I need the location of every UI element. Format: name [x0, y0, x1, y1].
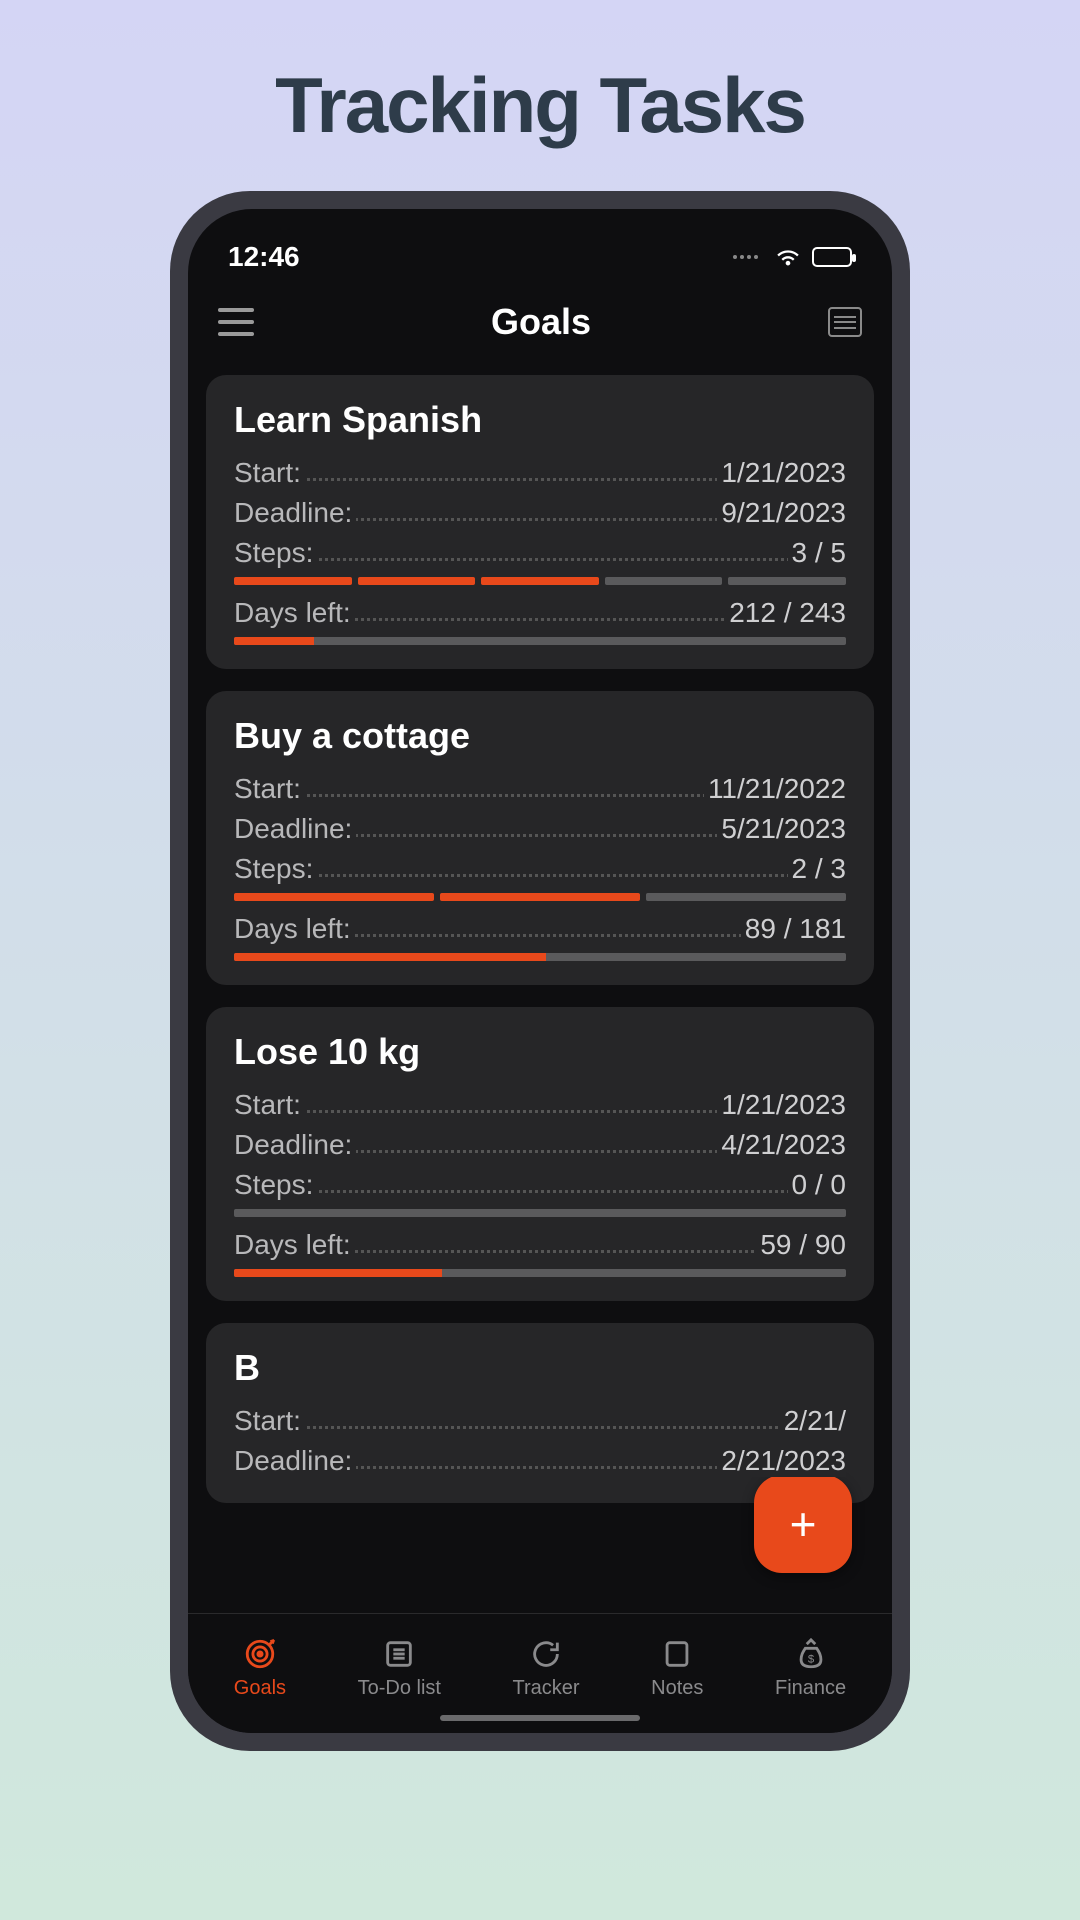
page-title: Goals: [491, 301, 591, 343]
value-deadline: 5/21/2023: [717, 813, 846, 845]
days-progress: [234, 1269, 846, 1277]
nav-label: Finance: [775, 1677, 846, 1700]
nav-tracker[interactable]: Tracker: [513, 1637, 580, 1700]
home-indicator: [440, 1715, 640, 1721]
value-deadline: 9/21/2023: [717, 497, 846, 529]
steps-progress: [234, 1209, 846, 1217]
battery-icon: [812, 247, 852, 267]
days-progress-fill: [234, 953, 546, 961]
label-steps: Steps:: [234, 853, 317, 885]
value-start: 11/21/2022: [704, 773, 846, 805]
list-icon: [382, 1637, 416, 1671]
goal-card[interactable]: B Start: 2/21/ Deadline: 2/21/2023: [206, 1323, 874, 1503]
value-daysleft: 89 / 181: [741, 913, 846, 945]
label-start: Start:: [234, 1405, 305, 1437]
nav-finance[interactable]: $ Finance: [775, 1637, 846, 1700]
svg-text:$: $: [807, 1654, 814, 1666]
value-steps: 3 / 5: [788, 537, 846, 569]
nav-notes[interactable]: Notes: [651, 1637, 703, 1700]
label-start: Start:: [234, 773, 305, 805]
list-view-icon[interactable]: [828, 307, 862, 337]
dotted-divider: [234, 1190, 846, 1193]
note-icon: [660, 1637, 694, 1671]
value-deadline: 4/21/2023: [717, 1129, 846, 1161]
phone-frame: 12:46 Goals: [170, 191, 910, 1751]
promo-title: Tracking Tasks: [275, 60, 805, 151]
label-steps: Steps:: [234, 537, 317, 569]
value-start: 2/21/: [780, 1405, 846, 1437]
goal-card[interactable]: Buy a cottage Start: 11/21/2022 Deadline…: [206, 691, 874, 985]
value-daysleft: 59 / 90: [756, 1229, 846, 1261]
days-progress: [234, 953, 846, 961]
nav-todo[interactable]: To-Do list: [358, 1637, 441, 1700]
goals-list: Learn Spanish Start: 1/21/2023 Deadline:…: [188, 357, 892, 1613]
goal-title: Lose 10 kg: [234, 1031, 846, 1073]
add-button[interactable]: +: [754, 1475, 852, 1573]
status-time: 12:46: [228, 241, 300, 273]
dotted-divider: [234, 874, 846, 877]
goal-title: B: [234, 1347, 846, 1389]
target-icon: [243, 1637, 277, 1671]
dotted-divider: [234, 558, 846, 561]
goal-title: Learn Spanish: [234, 399, 846, 441]
nav-label: Notes: [651, 1677, 703, 1700]
label-deadline: Deadline:: [234, 1129, 356, 1161]
label-daysleft: Days left:: [234, 913, 355, 945]
value-steps: 0 / 0: [788, 1169, 846, 1201]
steps-progress: [234, 577, 846, 585]
wifi-icon: [774, 244, 802, 271]
label-daysleft: Days left:: [234, 1229, 355, 1261]
days-progress-fill: [234, 1269, 442, 1277]
value-start: 1/21/2023: [717, 1089, 846, 1121]
label-deadline: Deadline:: [234, 813, 356, 845]
label-deadline: Deadline:: [234, 497, 356, 529]
menu-icon[interactable]: [218, 308, 254, 336]
value-steps: 2 / 3: [788, 853, 846, 885]
value-daysleft: 212 / 243: [725, 597, 846, 629]
money-bag-icon: $: [794, 1637, 828, 1671]
days-progress: [234, 637, 846, 645]
goal-card[interactable]: Learn Spanish Start: 1/21/2023 Deadline:…: [206, 375, 874, 669]
label-start: Start:: [234, 457, 305, 489]
steps-progress: [234, 893, 846, 901]
label-steps: Steps:: [234, 1169, 317, 1201]
cellular-dots-icon: [733, 255, 758, 259]
goal-title: Buy a cottage: [234, 715, 846, 757]
dotted-divider: [234, 1426, 846, 1429]
nav-label: To-Do list: [358, 1677, 441, 1700]
days-progress-fill: [234, 637, 314, 645]
value-deadline: 2/21/2023: [717, 1445, 846, 1477]
label-deadline: Deadline:: [234, 1445, 356, 1477]
value-start: 1/21/2023: [717, 457, 846, 489]
app-header: Goals: [188, 287, 892, 357]
nav-label: Tracker: [513, 1677, 580, 1700]
nav-goals[interactable]: Goals: [234, 1637, 286, 1700]
phone-screen: 12:46 Goals: [188, 209, 892, 1733]
nav-label: Goals: [234, 1677, 286, 1700]
status-bar: 12:46: [188, 227, 892, 287]
label-daysleft: Days left:: [234, 597, 355, 629]
plus-icon: +: [790, 1497, 817, 1551]
status-right: [733, 244, 852, 271]
refresh-icon: [529, 1637, 563, 1671]
goal-card[interactable]: Lose 10 kg Start: 1/21/2023 Deadline: 4/…: [206, 1007, 874, 1301]
label-start: Start:: [234, 1089, 305, 1121]
